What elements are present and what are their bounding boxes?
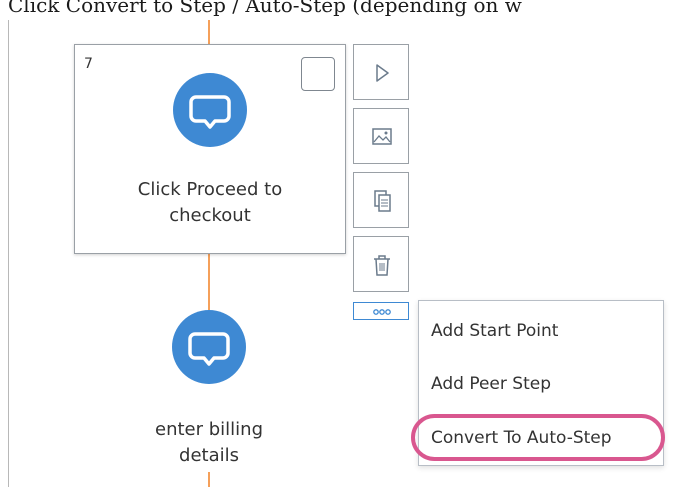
play-icon [376, 64, 389, 82]
copy-button[interactable] [353, 172, 409, 228]
play-button[interactable] [353, 44, 409, 100]
step-select-checkbox[interactable] [301, 57, 335, 91]
flow-connector-bottom [208, 472, 210, 487]
instruction-caption: Click Convert to Step / Auto-Step (depen… [8, 0, 522, 17]
image-button[interactable] [353, 108, 409, 164]
flow-connector-middle [208, 252, 210, 310]
speech-bubble-icon[interactable] [172, 310, 246, 384]
copy-icon [374, 190, 391, 212]
step-card[interactable]: 7 Click Proceed to checkout [74, 44, 346, 254]
menu-item-add-start-point[interactable]: Add Start Point [431, 321, 558, 341]
highlight-outline [411, 414, 665, 461]
step-number: 7 [84, 56, 93, 72]
trash-icon [374, 255, 390, 276]
menu-item-add-peer-step[interactable]: Add Peer Step [431, 374, 551, 394]
step-title: Click Proceed to checkout [137, 179, 283, 226]
canvas-left-border [8, 20, 9, 487]
flow-connector-top [208, 20, 210, 44]
more-icon [373, 309, 391, 315]
more-options-button[interactable] [353, 302, 409, 320]
image-icon [372, 128, 392, 145]
speech-bubble-icon [173, 73, 247, 147]
next-step-title: enter billing details [155, 419, 263, 466]
delete-button[interactable] [353, 236, 409, 292]
